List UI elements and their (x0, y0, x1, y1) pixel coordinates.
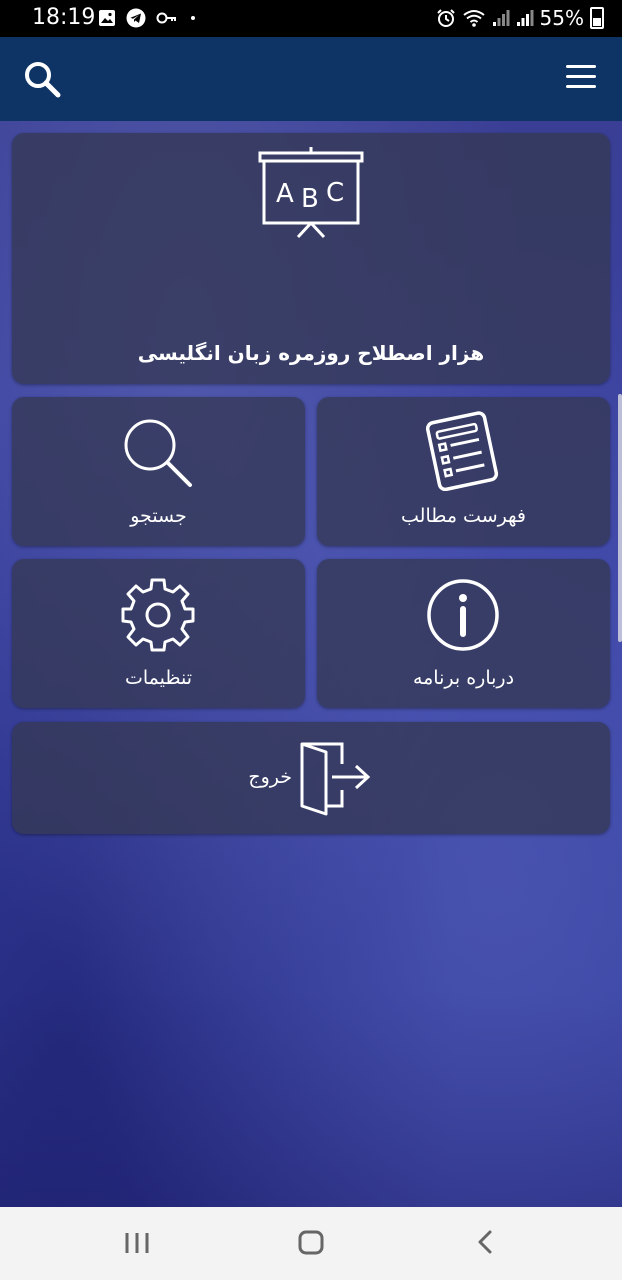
back-icon[interactable] (474, 1227, 498, 1257)
settings-tile[interactable]: تنظیمات (12, 559, 305, 708)
recent-apps-icon[interactable] (124, 1227, 150, 1257)
exit-door-icon (300, 742, 371, 816)
key-icon (156, 12, 176, 24)
signal-icon (492, 10, 510, 26)
banner-tile[interactable]: A B C هزار اصطلاح روزمره زبان انگلیسی (12, 133, 610, 384)
info-icon (427, 579, 499, 651)
alarm-icon (436, 9, 455, 27)
signal-icon (516, 10, 534, 26)
settings-label: تنظیمات (124, 667, 192, 689)
scrollbar[interactable] (618, 394, 622, 642)
status-left-icons (98, 8, 198, 28)
app-header (0, 37, 622, 121)
status-time: 18:19 (32, 5, 96, 30)
svg-text:C: C (326, 178, 344, 208)
about-tile[interactable]: درباره برنامه (317, 559, 610, 708)
contents-label: فهرست مطالب (401, 505, 526, 527)
gallery-icon (99, 10, 115, 26)
search-tile[interactable]: جستجو (12, 397, 305, 546)
contents-tile[interactable]: فهرست مطالب (317, 397, 610, 546)
battery-percent: 55% (539, 6, 584, 30)
svg-text:A: A (276, 179, 294, 209)
search-icon (124, 419, 192, 487)
list-icon (425, 411, 499, 491)
battery-icon (590, 7, 604, 29)
home-icon[interactable] (296, 1227, 326, 1257)
search-label: جستجو (130, 505, 187, 527)
menu-icon[interactable] (566, 65, 596, 91)
main-content: A B C هزار اصطلاح روزمره زبان انگلیسی فه… (0, 121, 622, 1207)
exit-label: خروج (248, 766, 292, 788)
status-bar: 18:19 55% (0, 0, 622, 37)
telegram-icon (126, 8, 146, 28)
gear-icon (121, 578, 195, 652)
exit-tile[interactable]: خروج (12, 722, 610, 834)
banner-title: هزار اصطلاح روزمره زبان انگلیسی (137, 341, 485, 365)
dot-icon (191, 16, 195, 20)
search-icon[interactable] (22, 59, 64, 101)
wifi-icon (462, 10, 485, 27)
status-right-icons: 55% (436, 6, 604, 30)
abc-board-icon: A B C (258, 147, 364, 239)
system-nav-bar (0, 1207, 622, 1280)
svg-text:B: B (301, 184, 319, 214)
about-label: درباره برنامه (412, 667, 515, 689)
